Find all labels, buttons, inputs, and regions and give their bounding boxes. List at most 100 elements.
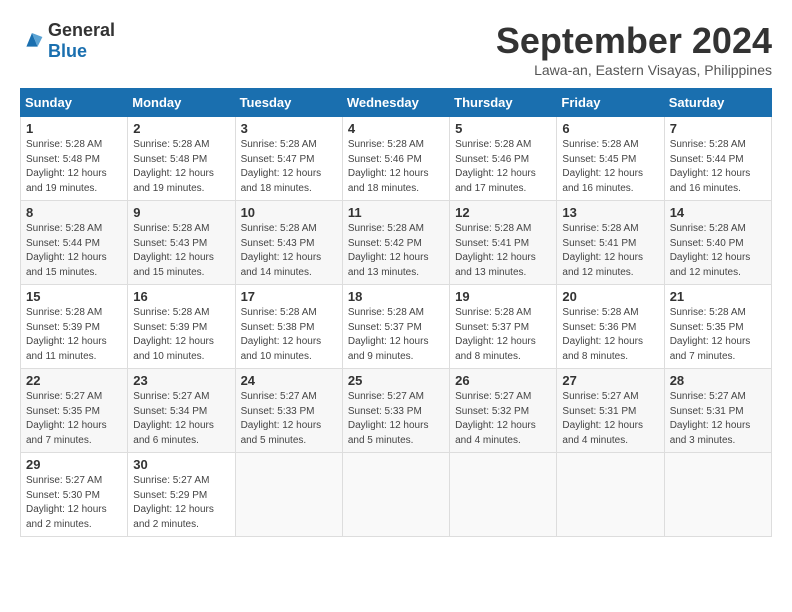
col-friday: Friday [557, 89, 664, 117]
day-number: 30 [133, 457, 229, 472]
day-detail: Sunrise: 5:28 AMSunset: 5:39 PMDaylight:… [133, 307, 214, 362]
calendar-table: Sunday Monday Tuesday Wednesday Thursday… [20, 88, 772, 537]
day-detail: Sunrise: 5:28 AMSunset: 5:47 PMDaylight:… [241, 139, 322, 194]
table-row: 30 Sunrise: 5:27 AMSunset: 5:29 PMDayligh… [128, 453, 235, 537]
table-row: 10 Sunrise: 5:28 AMSunset: 5:43 PMDayligh… [235, 201, 342, 285]
table-row: 11 Sunrise: 5:28 AMSunset: 5:42 PMDayligh… [342, 201, 449, 285]
table-row: 13Sunrise: 5:28 AMSunset: 5:41 PMDayligh… [557, 201, 664, 285]
day-number: 21 [670, 289, 766, 304]
table-row: 26 Sunrise: 5:27 AMSunset: 5:32 PMDayligh… [450, 369, 557, 453]
day-detail: Sunrise: 5:28 AMSunset: 5:41 PMDaylight:… [455, 223, 536, 278]
logo-blue: Blue [48, 41, 87, 61]
day-number: 24 [241, 373, 337, 388]
col-saturday: Saturday [664, 89, 771, 117]
table-row [342, 453, 449, 537]
day-number: 17 [241, 289, 337, 304]
table-row: 6Sunrise: 5:28 AMSunset: 5:45 PMDaylight… [557, 117, 664, 201]
day-number: 4 [348, 121, 444, 136]
table-row [557, 453, 664, 537]
day-number: 11 [348, 205, 444, 220]
day-number: 1 [26, 121, 122, 136]
table-row [235, 453, 342, 537]
day-number: 16 [133, 289, 229, 304]
day-detail: Sunrise: 5:27 AMSunset: 5:33 PMDaylight:… [241, 391, 322, 446]
day-number: 12 [455, 205, 551, 220]
day-number: 10 [241, 205, 337, 220]
day-detail: Sunrise: 5:27 AMSunset: 5:29 PMDaylight:… [133, 475, 214, 530]
table-row: 2 Sunrise: 5:28 AMSunset: 5:48 PMDaylight… [128, 117, 235, 201]
day-number: 27 [562, 373, 658, 388]
col-monday: Monday [128, 89, 235, 117]
location-subtitle: Lawa-an, Eastern Visayas, Philippines [496, 62, 772, 78]
day-detail: Sunrise: 5:28 AMSunset: 5:40 PMDaylight:… [670, 223, 751, 278]
day-detail: Sunrise: 5:28 AMSunset: 5:44 PMDaylight:… [670, 139, 751, 194]
month-title: September 2024 [496, 20, 772, 62]
day-detail: Sunrise: 5:28 AMSunset: 5:35 PMDaylight:… [670, 307, 751, 362]
day-detail: Sunrise: 5:28 AMSunset: 5:43 PMDaylight:… [241, 223, 322, 278]
title-area: September 2024 Lawa-an, Eastern Visayas,… [496, 20, 772, 78]
table-row: 23Sunrise: 5:27 AMSunset: 5:34 PMDayligh… [128, 369, 235, 453]
day-detail: Sunrise: 5:27 AMSunset: 5:33 PMDaylight:… [348, 391, 429, 446]
day-detail: Sunrise: 5:28 AMSunset: 5:38 PMDaylight:… [241, 307, 322, 362]
day-number: 6 [562, 121, 658, 136]
day-number: 25 [348, 373, 444, 388]
day-number: 18 [348, 289, 444, 304]
day-detail: Sunrise: 5:28 AMSunset: 5:41 PMDaylight:… [562, 223, 643, 278]
table-row: 20 Sunrise: 5:28 AMSunset: 5:36 PMDayligh… [557, 285, 664, 369]
day-detail: Sunrise: 5:28 AMSunset: 5:39 PMDaylight:… [26, 307, 107, 362]
day-detail: Sunrise: 5:28 AMSunset: 5:37 PMDaylight:… [455, 307, 536, 362]
calendar-row: 1 Sunrise: 5:28 AMSunset: 5:48 PMDaylight… [21, 117, 772, 201]
table-row: 7Sunrise: 5:28 AMSunset: 5:44 PMDaylight… [664, 117, 771, 201]
day-detail: Sunrise: 5:28 AMSunset: 5:48 PMDaylight:… [26, 139, 107, 194]
calendar-row: 15Sunrise: 5:28 AMSunset: 5:39 PMDayligh… [21, 285, 772, 369]
day-detail: Sunrise: 5:28 AMSunset: 5:42 PMDaylight:… [348, 223, 429, 278]
header-row: Sunday Monday Tuesday Wednesday Thursday… [21, 89, 772, 117]
logo-text: General Blue [48, 20, 115, 62]
calendar-row: 8Sunrise: 5:28 AMSunset: 5:44 PMDaylight… [21, 201, 772, 285]
day-number: 28 [670, 373, 766, 388]
col-wednesday: Wednesday [342, 89, 449, 117]
table-row: 3 Sunrise: 5:28 AMSunset: 5:47 PMDaylight… [235, 117, 342, 201]
day-detail: Sunrise: 5:28 AMSunset: 5:43 PMDaylight:… [133, 223, 214, 278]
table-row: 19 Sunrise: 5:28 AMSunset: 5:37 PMDayligh… [450, 285, 557, 369]
logo-general: General [48, 20, 115, 40]
table-row: 29 Sunrise: 5:27 AMSunset: 5:30 PMDayligh… [21, 453, 128, 537]
table-row: 16 Sunrise: 5:28 AMSunset: 5:39 PMDayligh… [128, 285, 235, 369]
day-detail: Sunrise: 5:27 AMSunset: 5:35 PMDaylight:… [26, 391, 107, 446]
table-row: 21 Sunrise: 5:28 AMSunset: 5:35 PMDayligh… [664, 285, 771, 369]
day-detail: Sunrise: 5:27 AMSunset: 5:31 PMDaylight:… [562, 391, 643, 446]
day-number: 5 [455, 121, 551, 136]
logo-icon [20, 29, 44, 53]
day-detail: Sunrise: 5:27 AMSunset: 5:34 PMDaylight:… [133, 391, 214, 446]
table-row: 9 Sunrise: 5:28 AMSunset: 5:43 PMDaylight… [128, 201, 235, 285]
table-row: 22Sunrise: 5:27 AMSunset: 5:35 PMDayligh… [21, 369, 128, 453]
table-row [664, 453, 771, 537]
day-detail: Sunrise: 5:28 AMSunset: 5:46 PMDaylight:… [455, 139, 536, 194]
day-detail: Sunrise: 5:27 AMSunset: 5:31 PMDaylight:… [670, 391, 751, 446]
day-detail: Sunrise: 5:27 AMSunset: 5:30 PMDaylight:… [26, 475, 107, 530]
table-row: 27 Sunrise: 5:27 AMSunset: 5:31 PMDayligh… [557, 369, 664, 453]
day-detail: Sunrise: 5:27 AMSunset: 5:32 PMDaylight:… [455, 391, 536, 446]
col-sunday: Sunday [21, 89, 128, 117]
table-row: 4Sunrise: 5:28 AMSunset: 5:46 PMDaylight… [342, 117, 449, 201]
day-number: 2 [133, 121, 229, 136]
table-row: 18 Sunrise: 5:28 AMSunset: 5:37 PMDayligh… [342, 285, 449, 369]
day-number: 20 [562, 289, 658, 304]
day-number: 29 [26, 457, 122, 472]
day-detail: Sunrise: 5:28 AMSunset: 5:36 PMDaylight:… [562, 307, 643, 362]
table-row: 25 Sunrise: 5:27 AMSunset: 5:33 PMDayligh… [342, 369, 449, 453]
table-row: 12 Sunrise: 5:28 AMSunset: 5:41 PMDayligh… [450, 201, 557, 285]
day-detail: Sunrise: 5:28 AMSunset: 5:37 PMDaylight:… [348, 307, 429, 362]
day-number: 19 [455, 289, 551, 304]
table-row [450, 453, 557, 537]
calendar-row: 22Sunrise: 5:27 AMSunset: 5:35 PMDayligh… [21, 369, 772, 453]
table-row: 1 Sunrise: 5:28 AMSunset: 5:48 PMDaylight… [21, 117, 128, 201]
day-number: 26 [455, 373, 551, 388]
table-row: 17 Sunrise: 5:28 AMSunset: 5:38 PMDayligh… [235, 285, 342, 369]
col-tuesday: Tuesday [235, 89, 342, 117]
day-number: 9 [133, 205, 229, 220]
header: General Blue September 2024 Lawa-an, Eas… [20, 20, 772, 78]
day-number: 3 [241, 121, 337, 136]
day-detail: Sunrise: 5:28 AMSunset: 5:48 PMDaylight:… [133, 139, 214, 194]
table-row: 28 Sunrise: 5:27 AMSunset: 5:31 PMDayligh… [664, 369, 771, 453]
